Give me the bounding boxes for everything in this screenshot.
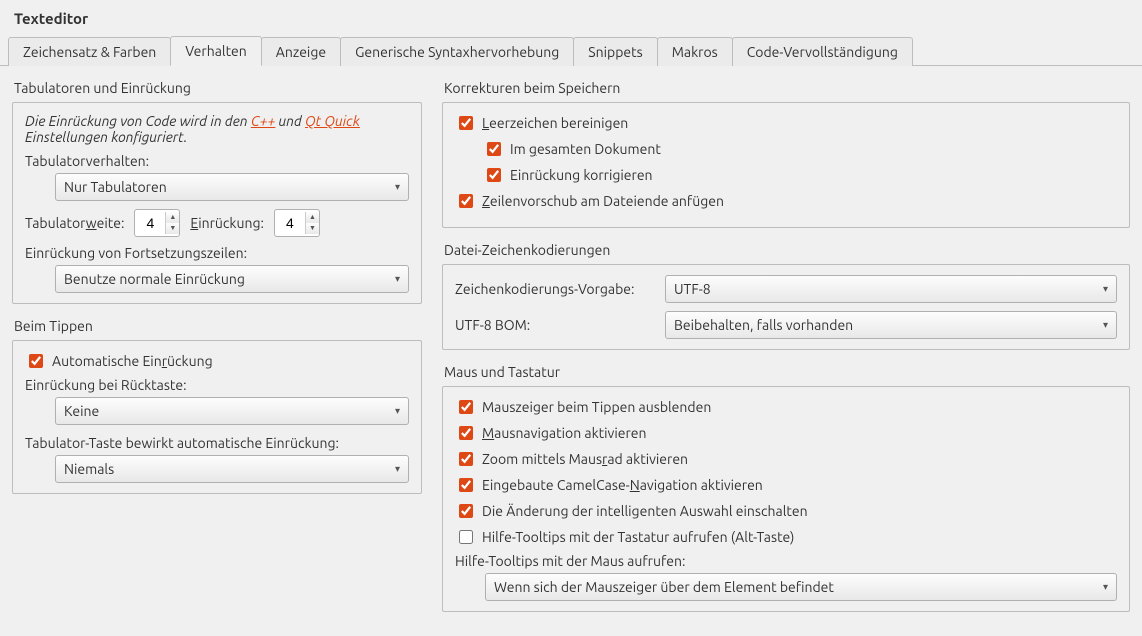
indent-note: Die Einrückung von Code wird in den C++ … [25,113,409,145]
page-title: Texteditor [0,0,1142,35]
spin-up-icon[interactable]: ▲ [306,212,319,223]
chevron-down-icon: ▾ [395,181,400,193]
whole-document-checkbox[interactable] [487,142,501,156]
chevron-down-icon: ▾ [1103,283,1108,295]
tab-syntax[interactable]: Generische Syntaxhervorhebung [340,37,574,66]
mouse-nav-label: Mausnavigation aktivieren [482,425,647,441]
tab-behavior-label: Tabulatorverhalten: [25,153,409,169]
mouse-tooltip-label: Hilfe-Tooltips mit der Maus aufrufen: [455,553,1117,569]
tab-snippets[interactable]: Snippets [573,37,657,66]
chevron-down-icon: ▾ [1103,581,1108,593]
tab-width-label: Tabulatorweite: [25,215,124,231]
group-title-mouse: Maus und Tastatur [444,364,1130,380]
encoding-default-label: Zeichenkodierungs-Vorgabe: [455,281,655,297]
hide-cursor-checkbox[interactable] [459,400,473,414]
newline-eof-checkbox[interactable] [459,194,473,208]
tab-macros[interactable]: Makros [657,37,733,66]
indent-width-label: Einrückung: [190,215,264,231]
camelcase-label: Eingebaute CamelCase-Navigation aktivier… [482,477,763,493]
bom-label: UTF-8 BOM: [455,317,655,333]
newline-eof-label: Zeilenvorschub am Dateiende anfügen [482,193,724,209]
chevron-down-icon: ▾ [395,405,400,417]
mouse-tooltip-select[interactable]: Wenn sich der Mauszeiger über dem Elemen… [485,573,1117,601]
chevron-down-icon: ▾ [395,463,400,475]
camelcase-checkbox[interactable] [459,478,473,492]
tabkey-select[interactable]: Niemals ▾ [55,455,409,483]
group-title-encoding: Datei-Zeichenkodierungen [444,242,1130,258]
tab-behavior[interactable]: Verhalten [170,36,261,66]
whole-document-label: Im gesamten Dokument [510,141,661,157]
tab-width-input[interactable] [135,214,165,232]
group-title-tabs: Tabulatoren und Einrückung [14,80,422,96]
zoom-checkbox[interactable] [459,452,473,466]
spin-down-icon[interactable]: ▼ [306,223,319,234]
group-title-typing: Beim Tippen [14,318,422,334]
group-saving: Leerzeichen bereinigen Im gesamten Dokum… [442,102,1130,228]
encoding-default-select[interactable]: UTF-8 ▾ [665,275,1117,303]
group-title-saving: Korrekturen beim Speichern [444,80,1130,96]
continuation-select[interactable]: Benutze normale Einrückung ▾ [55,265,409,293]
tab-behavior-select[interactable]: Nur Tabulatoren ▾ [55,173,409,201]
auto-indent-label: Automatische Einrückung [52,353,213,369]
auto-indent-checkbox[interactable] [29,354,43,368]
link-qtquick[interactable]: Qt Quick [305,113,360,129]
indent-width-spin[interactable]: ▲▼ [274,209,320,237]
smart-select-label: Die Änderung der intelligenten Auswahl e… [482,503,808,519]
group-typing: Automatische Einrückung Einrückung bei R… [12,340,422,494]
continuation-label: Einrückung von Fortsetzungszeilen: [25,245,409,261]
zoom-label: Zoom mittels Mausrad aktivieren [482,451,688,467]
spin-down-icon[interactable]: ▼ [166,223,179,234]
clean-whitespace-checkbox[interactable] [459,116,473,130]
backspace-label: Einrückung bei Rücktaste: [25,377,409,393]
fix-indent-label: Einrückung korrigieren [510,167,653,183]
group-encoding: Zeichenkodierungs-Vorgabe: UTF-8 ▾ UTF-8… [442,264,1130,350]
bom-select[interactable]: Beibehalten, falls vorhanden ▾ [665,311,1117,339]
indent-width-input[interactable] [275,214,305,232]
chevron-down-icon: ▾ [1103,319,1108,331]
tab-completion[interactable]: Code-Vervollständigung [732,37,913,66]
tab-bar: Zeichensatz & Farben Verhalten Anzeige G… [0,35,1142,66]
keyboard-tooltip-label: Hilfe-Tooltips mit der Tastatur aufrufen… [482,529,794,545]
tab-display[interactable]: Anzeige [261,37,341,66]
link-cpp[interactable]: C++ [251,113,276,129]
tabkey-label: Tabulator-Taste bewirkt automatische Ein… [25,435,409,451]
group-mouse: Mauszeiger beim Tippen ausblenden Mausna… [442,386,1130,612]
clean-whitespace-label: Leerzeichen bereinigen [482,115,628,131]
keyboard-tooltip-checkbox[interactable] [459,530,473,544]
tab-width-spin[interactable]: ▲▼ [134,209,180,237]
chevron-down-icon: ▾ [395,273,400,285]
tab-fonts-colors[interactable]: Zeichensatz & Farben [8,37,171,66]
group-tabs: Die Einrückung von Code wird in den C++ … [12,102,422,304]
spin-up-icon[interactable]: ▲ [166,212,179,223]
hide-cursor-label: Mauszeiger beim Tippen ausblenden [482,399,711,415]
smart-select-checkbox[interactable] [459,504,473,518]
backspace-select[interactable]: Keine ▾ [55,397,409,425]
mouse-nav-checkbox[interactable] [459,426,473,440]
fix-indent-checkbox[interactable] [487,168,501,182]
